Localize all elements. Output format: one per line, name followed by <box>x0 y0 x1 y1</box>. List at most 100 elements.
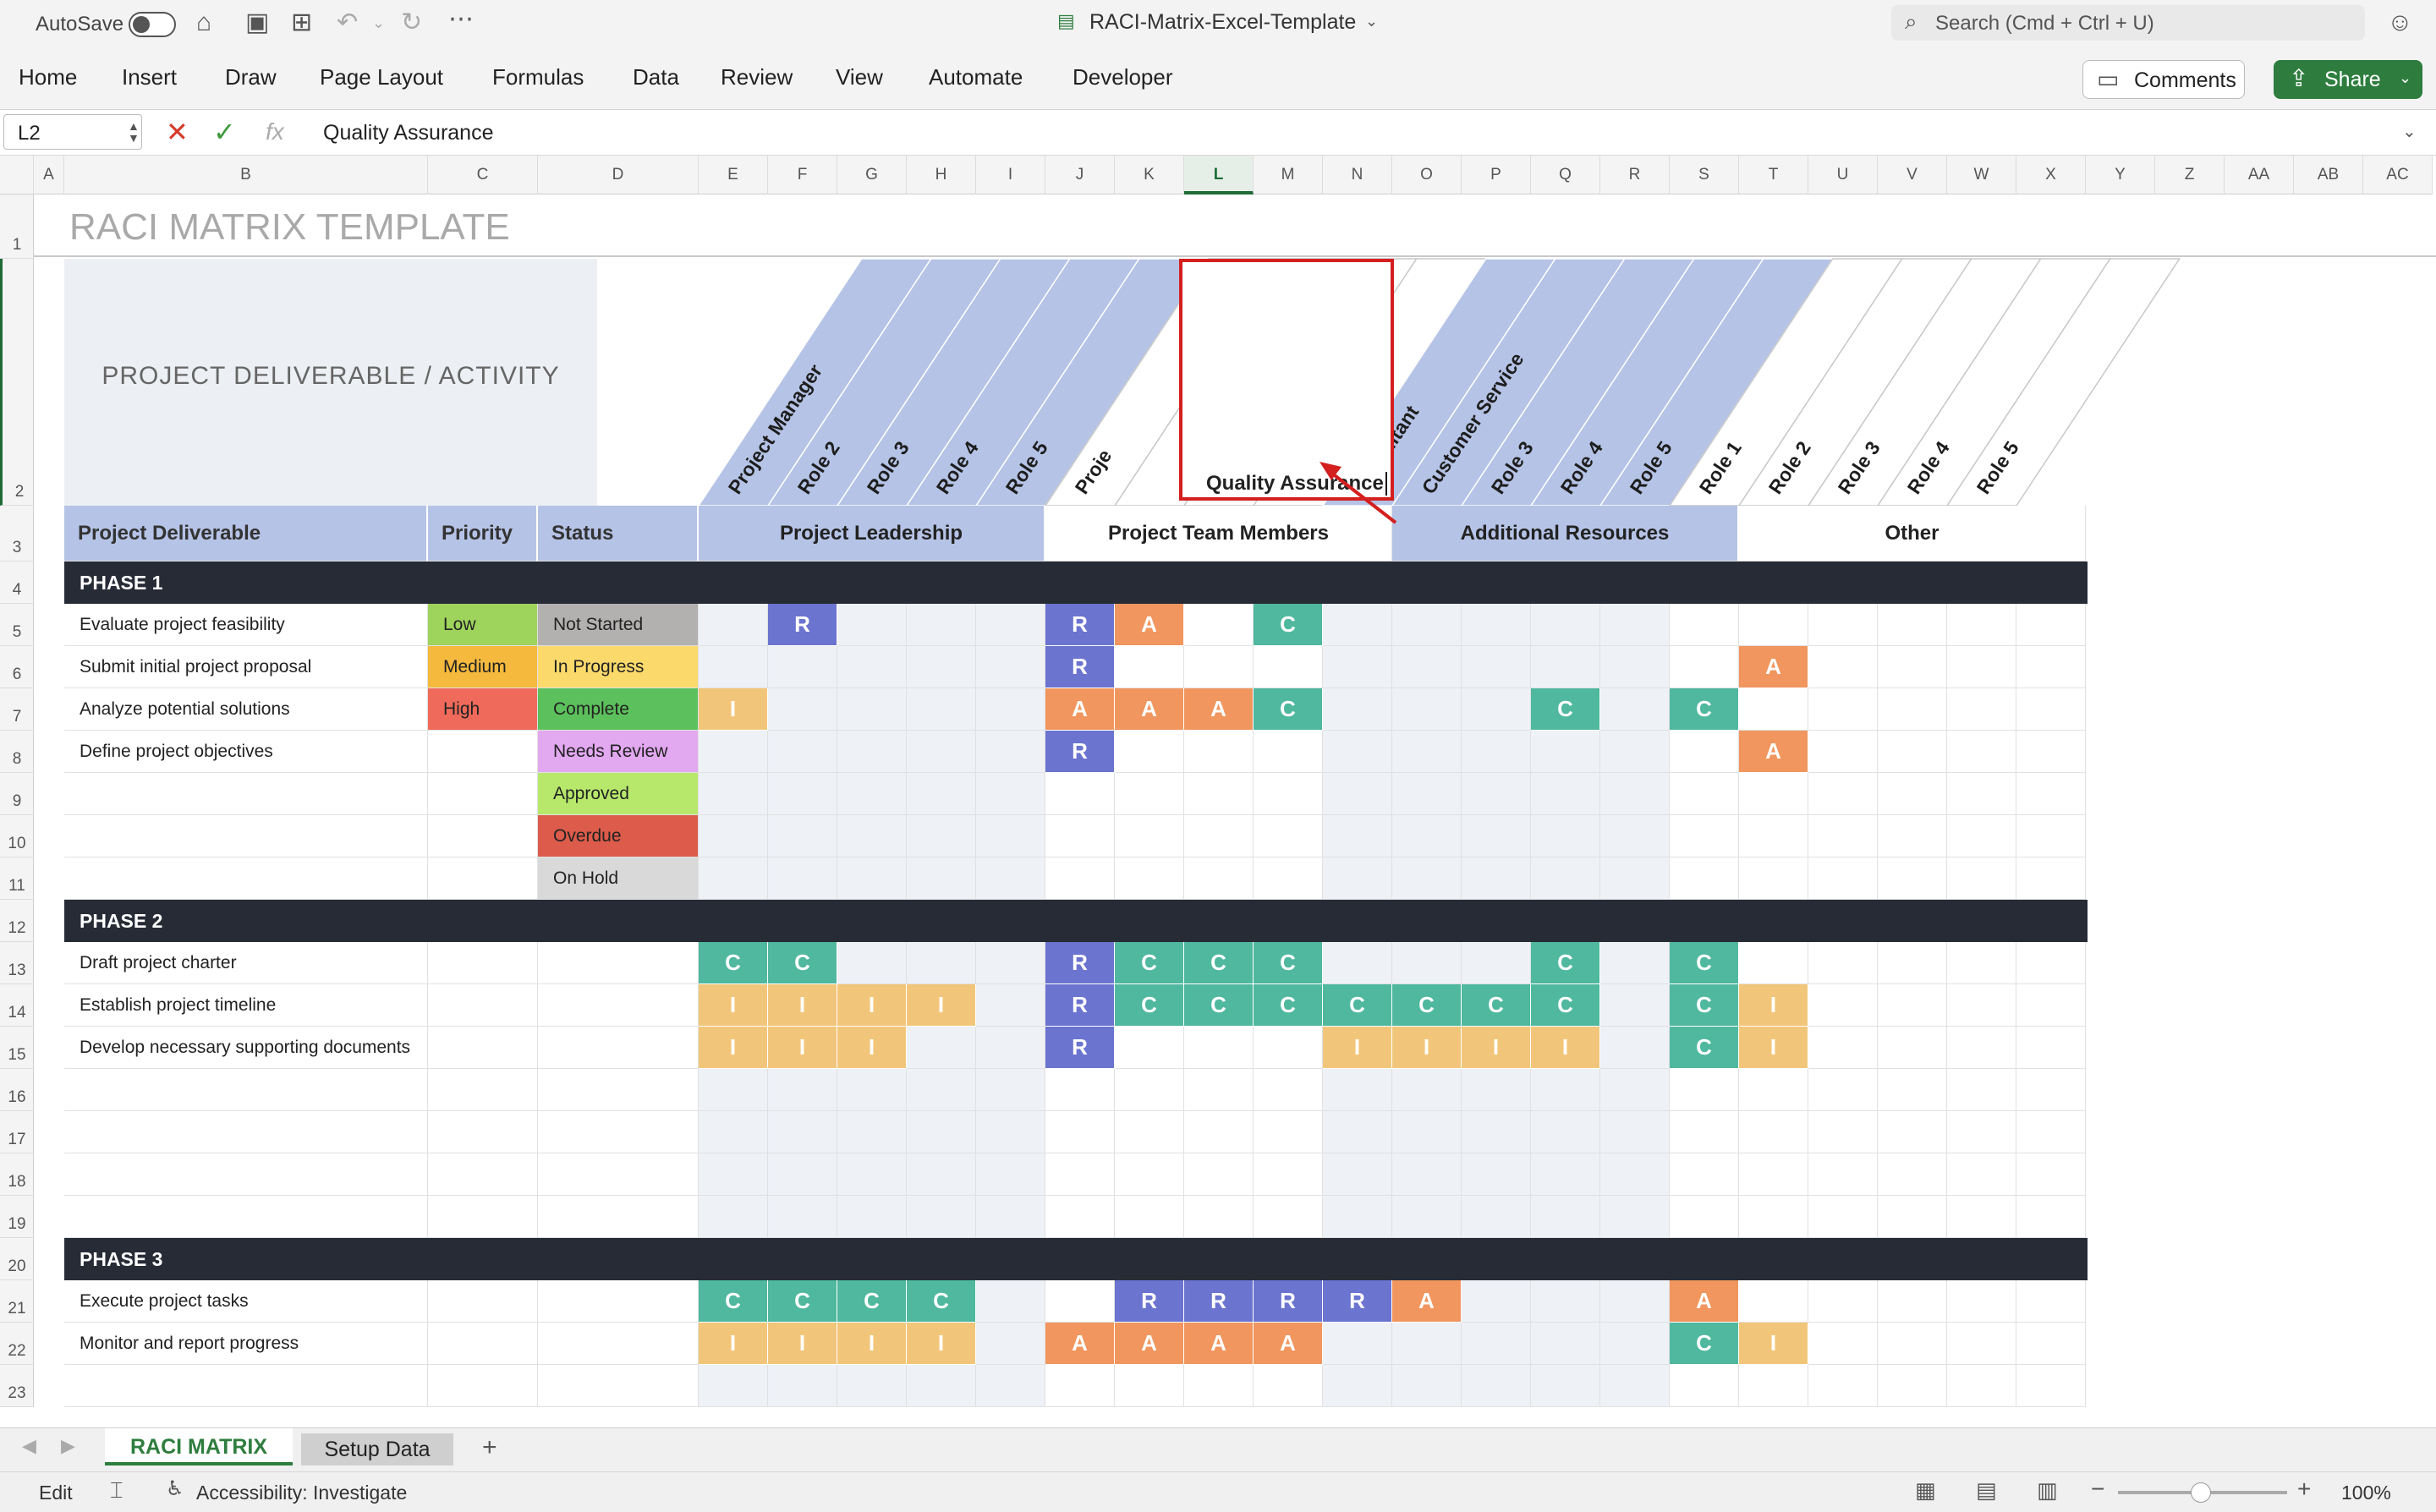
priority-cell[interactable]: Low <box>428 604 538 646</box>
raci-cell-i[interactable]: I <box>907 984 976 1027</box>
column-header-p[interactable]: P <box>1462 156 1531 194</box>
raci-cell-a[interactable]: A <box>1184 688 1254 731</box>
grid-cell[interactable] <box>976 1365 1045 1407</box>
grid-cell[interactable] <box>1184 857 1254 900</box>
grid-cell[interactable] <box>1947 1153 2016 1196</box>
grid-cell[interactable] <box>1462 857 1531 900</box>
grid-cell[interactable] <box>1531 857 1600 900</box>
column-header-y[interactable]: Y <box>2086 156 2155 194</box>
grid-cell[interactable] <box>1323 1196 1392 1238</box>
column-header-aa[interactable]: AA <box>2225 156 2294 194</box>
grid-cell[interactable] <box>699 773 768 815</box>
grid-cell[interactable] <box>837 688 907 731</box>
grid-cell[interactable] <box>1045 1153 1115 1196</box>
grid-cell[interactable] <box>1947 1111 2016 1153</box>
grid-cell[interactable] <box>699 1153 768 1196</box>
raci-cell-c[interactable]: C <box>1670 688 1739 731</box>
grid-cell[interactable] <box>1739 688 1808 731</box>
grid-cell[interactable] <box>1184 773 1254 815</box>
grid-cell[interactable] <box>1462 1280 1531 1323</box>
raci-cell-a[interactable]: A <box>1392 1280 1462 1323</box>
grid-cell[interactable] <box>1254 646 1323 688</box>
grid-cell[interactable] <box>1045 1280 1115 1323</box>
page-break-view-icon[interactable]: ▥ <box>2037 1479 2058 1501</box>
grid-cell[interactable] <box>1462 688 1531 731</box>
grid-cell[interactable] <box>1115 773 1184 815</box>
grid-cell[interactable] <box>1600 1027 1670 1069</box>
grid-cell[interactable] <box>976 1153 1045 1196</box>
grid-cell[interactable] <box>1947 1069 2016 1111</box>
raci-cell-c[interactable]: C <box>1392 984 1462 1027</box>
raci-cell-a[interactable]: A <box>1184 1323 1254 1365</box>
grid-cell[interactable] <box>1600 1280 1670 1323</box>
raci-cell-i[interactable]: I <box>699 688 768 731</box>
grid-cell[interactable] <box>976 1111 1045 1153</box>
grid-cell[interactable] <box>699 731 768 773</box>
row-header-20[interactable]: 20 <box>0 1238 34 1280</box>
grid-cell[interactable] <box>1392 731 1462 773</box>
grid-cell[interactable] <box>1670 1111 1739 1153</box>
grid-cell[interactable] <box>1184 815 1254 857</box>
grid-cell[interactable] <box>1462 646 1531 688</box>
grid-cell[interactable] <box>1115 731 1184 773</box>
grid-cell[interactable] <box>1392 1111 1462 1153</box>
grid-cell[interactable] <box>1184 1153 1254 1196</box>
grid-cell[interactable] <box>976 1280 1045 1323</box>
grid-cell[interactable] <box>907 857 976 900</box>
autosave-toggle[interactable] <box>129 12 176 37</box>
share-button[interactable]: ⇪ Share ⌄ <box>2274 60 2422 99</box>
priority-cell[interactable] <box>428 1027 538 1069</box>
accessibility-icon[interactable]: ♿ <box>166 1479 184 1499</box>
grid-cell[interactable] <box>1808 1280 1878 1323</box>
column-header-z[interactable]: Z <box>2155 156 2225 194</box>
grid-cell[interactable] <box>1947 604 2016 646</box>
grid-cell[interactable] <box>976 731 1045 773</box>
grid-cell[interactable] <box>1808 731 1878 773</box>
grid-cell[interactable] <box>1045 815 1115 857</box>
column-header-s[interactable]: S <box>1670 156 1739 194</box>
grid-cell[interactable] <box>1670 604 1739 646</box>
tab-developer[interactable]: Developer <box>1073 64 1173 90</box>
grid-cell[interactable] <box>699 1069 768 1111</box>
grid-cell[interactable] <box>1878 731 1947 773</box>
grid-cell[interactable] <box>1045 1196 1115 1238</box>
grid-cell[interactable] <box>1323 1069 1392 1111</box>
grid-cell[interactable] <box>1184 731 1254 773</box>
grid-cell[interactable] <box>1254 731 1323 773</box>
grid-cell[interactable] <box>1878 984 1947 1027</box>
status-cell[interactable]: In Progress <box>538 646 699 688</box>
raci-cell-c[interactable]: C <box>1254 942 1323 984</box>
tab-data[interactable]: Data <box>633 64 679 90</box>
zoom-in-icon[interactable]: + <box>2297 1477 2311 1501</box>
deliverable-cell[interactable]: Evaluate project feasibility <box>64 604 428 646</box>
raci-cell-i[interactable]: I <box>1462 1027 1531 1069</box>
column-header-k[interactable]: K <box>1115 156 1184 194</box>
priority-cell[interactable] <box>428 1069 538 1111</box>
status-cell[interactable]: Complete <box>538 688 699 731</box>
grid-cell[interactable] <box>1115 1027 1184 1069</box>
grid-cell[interactable] <box>837 857 907 900</box>
grid-cell[interactable] <box>1600 942 1670 984</box>
grid-cell[interactable] <box>1392 773 1462 815</box>
grid-cell[interactable] <box>1808 1153 1878 1196</box>
row-header-7[interactable]: 7 <box>0 688 34 731</box>
grid-cell[interactable] <box>1947 815 2016 857</box>
grid-cell[interactable] <box>1184 646 1254 688</box>
column-header-d[interactable]: D <box>538 156 699 194</box>
grid-cell[interactable] <box>1878 1365 1947 1407</box>
grid-cell[interactable] <box>907 1153 976 1196</box>
grid-cell[interactable] <box>1462 942 1531 984</box>
grid-cell[interactable] <box>1115 646 1184 688</box>
grid-cell[interactable] <box>768 1153 837 1196</box>
raci-cell-i[interactable]: I <box>837 984 907 1027</box>
grid-cell[interactable] <box>768 688 837 731</box>
grid-cell[interactable] <box>1184 1069 1254 1111</box>
tab-review[interactable]: Review <box>721 64 793 90</box>
priority-cell[interactable] <box>428 1323 538 1365</box>
grid-cell[interactable] <box>1323 731 1392 773</box>
grid-cell[interactable] <box>1115 815 1184 857</box>
deliverable-cell[interactable] <box>64 773 428 815</box>
row-header-18[interactable]: 18 <box>0 1153 34 1196</box>
grid-cell[interactable] <box>1184 1027 1254 1069</box>
grid-cell[interactable] <box>1115 1365 1184 1407</box>
